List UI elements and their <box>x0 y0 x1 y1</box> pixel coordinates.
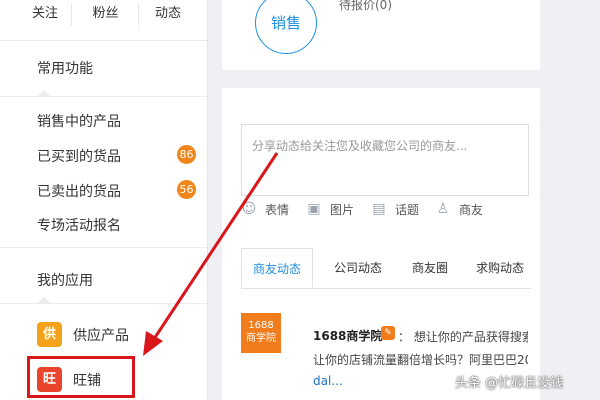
verified-icon: ✎ <box>381 326 395 340</box>
action-label: 表情 <box>265 203 290 217</box>
stat-fans[interactable]: 粉丝 <box>78 0 133 40</box>
divider-notch <box>38 297 50 303</box>
main-content: 销售 待报价(0) 分享动态给关注您及收藏您公司的商友... ☺ 表情 ▣ 图片… <box>208 0 600 400</box>
action-label: 话题 <box>395 203 420 217</box>
action-contact[interactable]: ♙ 商友 <box>435 201 495 219</box>
action-label: 图片 <box>330 203 355 217</box>
app-label: 供应产品 <box>73 328 129 344</box>
divider <box>0 247 207 248</box>
logo-text-bottom: 商学院 <box>246 333 276 344</box>
news-text-line2: 让你的店铺流量翻倍增长吗？阿里巴巴20 <box>313 353 528 367</box>
stats-bar: 关注 粉丝 动态 <box>0 0 207 41</box>
image-icon: ▣ <box>307 201 321 217</box>
sidebar: 关注 粉丝 动态 常用功能 销售中的产品 已买到的货品 86 已卖出的货品 56… <box>0 0 208 400</box>
person-icon: ♙ <box>436 201 450 217</box>
stat-activity[interactable]: 动态 <box>143 0 193 40</box>
divider <box>0 303 207 304</box>
supply-icon: 供 <box>37 322 62 347</box>
feed-tabs: 商友动态 公司动态 商友圈 求购动态 <box>241 248 531 289</box>
highlight-box <box>27 356 135 398</box>
news-text: ： 想让你的产品获得搜索 <box>398 330 528 344</box>
news-more-link[interactable]: dal... <box>313 374 343 388</box>
sold-count-badge: 56 <box>177 180 196 199</box>
divider <box>71 4 72 26</box>
tab-friend-updates[interactable]: 商友动态 <box>241 248 313 288</box>
divider-notch <box>38 90 50 96</box>
sales-card: 销售 待报价(0) <box>222 0 540 70</box>
action-emoji[interactable]: ☺ 表情 <box>241 201 301 219</box>
pending-quote-link[interactable]: 待报价(0) <box>339 0 392 13</box>
menu-item-event-signup[interactable]: 专场活动报名 <box>37 215 121 235</box>
menu-item-sold-goods[interactable]: 已卖出的货品 <box>37 181 121 201</box>
post-input[interactable]: 分享动态给关注您及收藏您公司的商友... <box>241 124 529 196</box>
tab-purchase-updates[interactable]: 求购动态 <box>472 248 528 288</box>
menu-item-products-on-sale[interactable]: 销售中的产品 <box>37 111 121 131</box>
my-apps-title: 我的应用 <box>37 273 93 289</box>
action-topic[interactable]: ▤ 话题 <box>371 201 431 219</box>
divider <box>0 96 207 97</box>
sales-button[interactable]: 销售 <box>255 0 317 54</box>
tab-company-updates[interactable]: 公司动态 <box>327 248 389 288</box>
topic-icon: ▤ <box>372 201 386 217</box>
common-functions-title: 常用功能 <box>37 61 93 77</box>
news-author[interactable]: 1688商学院 <box>313 327 382 344</box>
watermark: 头条 @忙碌且没钱 <box>455 376 564 391</box>
logo-text-top: 1688 <box>248 320 274 331</box>
menu-item-purchased-goods[interactable]: 已买到的货品 <box>37 146 121 166</box>
business-school-logo[interactable]: 1688 商学院 <box>241 313 281 353</box>
purchased-count-badge: 86 <box>177 145 196 164</box>
post-placeholder: 分享动态给关注您及收藏您公司的商友... <box>252 139 468 153</box>
action-image[interactable]: ▣ 图片 <box>306 201 366 219</box>
divider <box>138 4 139 26</box>
stat-following[interactable]: 关注 <box>20 0 70 40</box>
action-label: 商友 <box>459 203 484 217</box>
smile-icon: ☺ <box>241 201 257 217</box>
app-supply-products[interactable]: 供 供应产品 <box>37 322 157 348</box>
tab-friend-circle[interactable]: 商友圈 <box>405 248 455 288</box>
